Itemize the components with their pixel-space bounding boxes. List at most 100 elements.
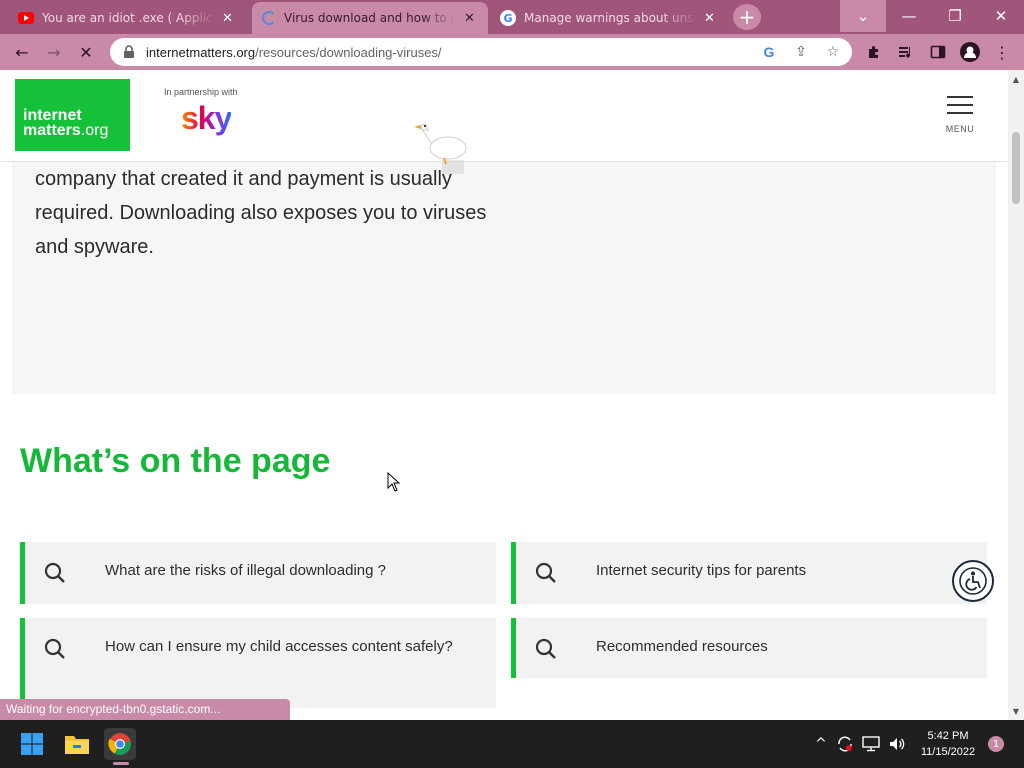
speaker-icon	[890, 738, 905, 750]
close-icon: ✕	[994, 7, 1008, 25]
google-lens-icon[interactable]: G	[760, 43, 778, 61]
status-bubble: Waiting for encrypted-tbn0.gstatic.com..…	[0, 699, 290, 720]
chrome-taskbar-button[interactable]	[104, 728, 136, 760]
extensions-button[interactable]	[862, 40, 886, 64]
side-panel-button[interactable]	[926, 40, 950, 64]
tab-search-button[interactable]: ⌄	[840, 0, 886, 32]
chevron-down-icon: ⌄	[856, 7, 870, 25]
forward-button[interactable]: →	[42, 40, 66, 64]
network-icon[interactable]	[862, 735, 880, 753]
side-panel-icon	[930, 45, 946, 59]
windows-taskbar: ^ 5:42 PM 11/15/2022 1	[0, 720, 1024, 768]
share-icon[interactable]: ⇪	[792, 43, 810, 61]
link-card-illegal-downloading[interactable]: What are the risks of illegal downloadin…	[20, 542, 496, 604]
sync-alert-icon	[838, 736, 852, 752]
lock-icon[interactable]	[122, 45, 136, 59]
tab-strip: You are an idiot .exe ( Application ) ✕ …	[0, 0, 1024, 34]
tab-title: You are an idiot .exe ( Application )	[42, 11, 214, 25]
start-button[interactable]	[16, 728, 48, 760]
tab-virus-download[interactable]: Virus download and how to prevent it ✕	[252, 2, 488, 34]
puzzle-icon	[869, 46, 878, 58]
internet-matters-logo[interactable]: internet matters.org	[15, 79, 130, 151]
logo-line2-suffix: .org	[80, 122, 109, 139]
link-label: How can I ensure my child accesses conte…	[105, 638, 453, 655]
reading-list-button[interactable]	[894, 40, 918, 64]
scroll-down-icon[interactable]: ▼	[1008, 704, 1024, 718]
bookmark-star-icon[interactable]: ☆	[824, 43, 842, 61]
chrome-icon	[108, 733, 131, 755]
tab-title: Manage warnings about unsafe downloads	[524, 11, 696, 25]
close-icon[interactable]: ✕	[464, 11, 475, 26]
close-icon[interactable]: ✕	[704, 11, 715, 26]
sync-icon[interactable]	[836, 735, 854, 753]
link-label: Internet security tips for parents	[596, 562, 807, 579]
link-card-recommended-resources[interactable]: Recommended resources	[511, 618, 987, 678]
accessibility-button[interactable]	[952, 560, 994, 602]
scroll-up-icon[interactable]: ▲	[1008, 72, 1024, 86]
folder-icon	[65, 736, 89, 754]
page-scrollbar[interactable]: ▲ ▼	[1008, 70, 1024, 720]
tab-manage-warnings[interactable]: G Manage warnings about unsafe downloads…	[490, 2, 726, 34]
mouse-cursor-icon	[387, 472, 401, 492]
avatar-icon	[960, 42, 980, 62]
scroll-thumb[interactable]	[1012, 132, 1020, 204]
logo-line1: internet	[23, 107, 82, 124]
sky-logo[interactable]: sky	[181, 100, 232, 137]
volume-icon[interactable]	[888, 735, 906, 753]
tab-youtube[interactable]: You are an idiot .exe ( Application ) ✕	[8, 2, 248, 34]
notification-badge[interactable]: 1	[988, 736, 1004, 752]
back-button[interactable]: ←	[10, 40, 34, 64]
logo-line2: matters.org	[23, 122, 130, 139]
site-header: internet matters.org In partnership with…	[0, 70, 1008, 162]
link-label: Recommended resources	[596, 638, 768, 655]
restore-button[interactable]: ❐	[932, 0, 978, 32]
search-icon	[44, 638, 65, 659]
minimize-icon: —	[901, 7, 917, 25]
monitor-network-icon	[862, 736, 880, 752]
restore-icon: ❐	[948, 7, 962, 25]
section-heading: What’s on the page	[20, 442, 331, 480]
goose-icon	[414, 123, 467, 174]
hamburger-icon	[947, 112, 973, 114]
system-clock[interactable]: 5:42 PM 11/15/2022	[912, 728, 984, 760]
minimize-button[interactable]: —	[886, 0, 932, 32]
profile-button[interactable]	[958, 40, 982, 64]
search-icon	[535, 638, 556, 659]
url-path: /resources/downloading-viruses/	[255, 44, 442, 60]
stop-loading-button[interactable]: ✕	[74, 40, 98, 64]
url-host: internetmatters.org	[146, 44, 256, 60]
hamburger-icon	[947, 96, 973, 98]
menu-label: MENU	[945, 124, 975, 134]
close-window-button[interactable]: ✕	[978, 0, 1024, 32]
close-icon[interactable]: ✕	[222, 11, 233, 26]
google-icon: G	[500, 10, 516, 26]
arrow-left-icon: ←	[15, 42, 29, 62]
link-card-security-tips[interactable]: Internet security tips for parents	[511, 542, 987, 604]
tab-title: Virus download and how to prevent it	[284, 11, 456, 25]
more-vertical-icon: ⋮	[994, 42, 1010, 62]
url-text: internetmatters.org/resources/downloadin…	[146, 45, 442, 60]
show-hidden-icons-chevron-up-icon[interactable]: ^	[812, 735, 830, 753]
browser-toolbar: ← → ✕ internetmatters.org/resources/down…	[0, 34, 1024, 70]
menu-button[interactable]: MENU	[940, 96, 980, 140]
logo-line2-main: matters	[23, 122, 81, 139]
search-icon	[44, 562, 65, 583]
address-bar[interactable]: internetmatters.org/resources/downloadin…	[110, 38, 852, 66]
hamburger-icon	[947, 104, 973, 106]
media-list-icon	[899, 47, 911, 58]
page-viewport: company that created it and payment is u…	[0, 70, 1008, 720]
stop-icon: ✕	[79, 42, 93, 62]
link-label: What are the risks of illegal downloadin…	[105, 562, 386, 579]
windows-icon	[21, 733, 43, 755]
clock-date: 11/15/2022	[920, 746, 976, 758]
info-card: company that created it and payment is u…	[12, 160, 996, 394]
loading-spinner-icon	[262, 11, 276, 25]
active-app-indicator	[113, 762, 129, 765]
link-card-child-content[interactable]: How can I ensure my child accesses conte…	[20, 618, 496, 708]
new-tab-button[interactable]: +	[733, 4, 761, 30]
file-explorer-button[interactable]	[61, 728, 93, 760]
youtube-icon	[18, 12, 34, 24]
search-icon	[535, 562, 556, 583]
chrome-menu-button[interactable]: ⋮	[990, 40, 1014, 64]
wheelchair-icon	[959, 567, 987, 595]
